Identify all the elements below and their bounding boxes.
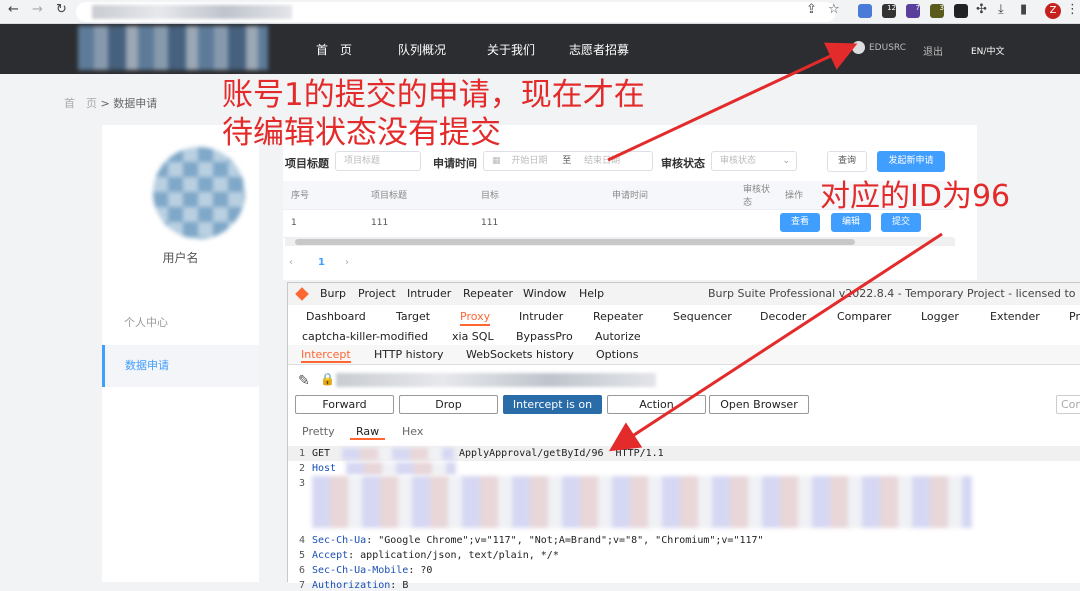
- arrow-to-request: [608, 232, 943, 452]
- arrow-to-user: [607, 42, 858, 162]
- annotation-arrows: [607, 42, 943, 452]
